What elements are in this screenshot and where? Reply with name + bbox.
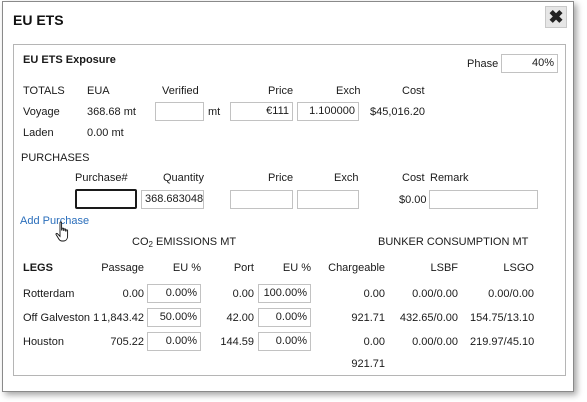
phase-label: Phase (467, 58, 499, 70)
passage-eu-field[interactable]: 0.00% (147, 332, 201, 351)
eu-ets-dialog: EU ETS ✖ EU ETS Exposure Phase 40% TOTAL… (2, 1, 574, 392)
legs-header: LEGS (23, 262, 53, 274)
co2-emissions-heading: CO2 EMISSIONS MT (132, 236, 237, 249)
leg-chargeable: 0.00 (363, 288, 385, 300)
port-eu-header: EU % (282, 262, 311, 274)
hand-cursor-icon (55, 221, 69, 242)
totals-header-eua: EUA (87, 85, 110, 97)
leg-port: 0.00 (232, 288, 254, 300)
exch-field[interactable]: 1.100000 (297, 102, 359, 121)
port-eu-field[interactable]: 0.00% (258, 308, 311, 327)
purchases-header-price: Price (268, 172, 294, 184)
phase-field[interactable]: 40% (501, 54, 558, 73)
leg-lsgo: 154.75/13.10 (470, 312, 535, 324)
leg-passage: 705.22 (110, 336, 144, 348)
voyage-label: Voyage (23, 106, 60, 118)
verified-field[interactable] (155, 102, 204, 121)
exposure-panel: EU ETS Exposure Phase 40% TOTALS EUA Ver… (13, 44, 566, 376)
leg-name: Off Galveston 1 (23, 312, 100, 324)
purchases-header-number: Purchase# (75, 172, 128, 184)
close-button[interactable]: ✖ (545, 6, 567, 28)
leg-passage: 1,843.42 (101, 312, 144, 324)
port-header: Port (233, 262, 254, 274)
leg-port: 144.59 (220, 336, 254, 348)
leg-chargeable: 0.00 (363, 336, 385, 348)
laden-eua: 0.00 mt (87, 127, 124, 139)
passage-header: Passage (101, 262, 144, 274)
leg-name: Houston (23, 336, 64, 348)
lsbf-header: LSBF (430, 262, 458, 274)
purchases-header-remark: Remark (430, 172, 469, 184)
leg-chargeable: 921.71 (351, 312, 385, 324)
passage-eu-header: EU % (172, 262, 201, 274)
lsgo-header: LSGO (503, 262, 534, 274)
remark-field[interactable] (429, 190, 538, 209)
bunker-consumption-heading: BUNKER CONSUMPTION MT (378, 236, 529, 248)
leg-passage: 0.00 (122, 288, 144, 300)
leg-lsbf: 432.65/0.00 (399, 312, 458, 324)
totals-header-exch: Exch (336, 85, 361, 97)
laden-label: Laden (23, 127, 54, 139)
leg-lsbf: 0.00/0.00 (412, 336, 458, 348)
totals-header-cost: Cost (402, 85, 425, 97)
leg-name: Rotterdam (23, 288, 75, 300)
totals-header-price: Price (268, 85, 294, 97)
verified-unit: mt (208, 106, 221, 118)
exposure-heading: EU ETS Exposure (23, 54, 116, 66)
port-eu-field[interactable]: 100.00% (258, 284, 311, 303)
port-eu-field[interactable]: 0.00% (258, 332, 311, 351)
purchases-header-quantity: Quantity (163, 172, 204, 184)
close-icon: ✖ (548, 7, 564, 27)
leg-lsgo: 219.97/45.10 (470, 336, 535, 348)
voyage-eua: 368.68 mt (87, 106, 136, 118)
dialog-title: EU ETS (13, 12, 64, 28)
total-chargeable: 921.71 (351, 358, 385, 370)
totals-header-verified: Verified (162, 85, 199, 97)
leg-lsgo: 0.00/0.00 (488, 288, 534, 300)
quantity-field[interactable]: 368.683048 (141, 190, 204, 209)
chargeable-header: Chargeable (328, 262, 385, 274)
leg-port: 42.00 (226, 312, 254, 324)
purchases-label: PURCHASES (21, 152, 90, 164)
totals-label: TOTALS (23, 85, 65, 97)
purchases-header-exch: Exch (334, 172, 359, 184)
purchase-cost: $0.00 (399, 194, 427, 206)
voyage-cost: $45,016.20 (370, 106, 426, 118)
purchases-header-cost: Cost (402, 172, 425, 184)
purchase-price-field[interactable] (230, 190, 293, 209)
purchase-exch-field[interactable] (297, 190, 359, 209)
leg-lsbf: 0.00/0.00 (412, 288, 458, 300)
price-field[interactable]: €111 (230, 102, 293, 121)
passage-eu-field[interactable]: 0.00% (147, 284, 201, 303)
purchase-number-field[interactable] (75, 189, 137, 209)
passage-eu-field[interactable]: 50.00% (147, 308, 201, 327)
